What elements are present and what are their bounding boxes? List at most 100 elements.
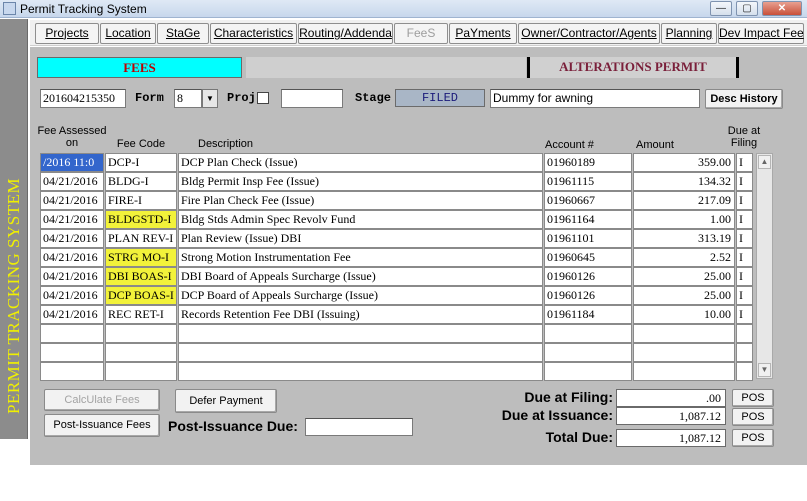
fee-due-cell[interactable] (736, 362, 753, 381)
table-row[interactable] (40, 343, 754, 362)
fee-date-cell[interactable] (40, 343, 104, 362)
fee-description-cell[interactable]: DCP Plan Check (Issue) (178, 153, 543, 172)
fee-amount-cell[interactable]: 10.00 (633, 305, 735, 324)
fee-date-cell[interactable]: 04/21/2016 (40, 229, 104, 248)
proj-field[interactable] (281, 89, 343, 108)
pos-total-button[interactable]: POS (732, 429, 774, 447)
fee-description-cell[interactable]: Strong Motion Instrumentation Fee (178, 248, 543, 267)
fee-description-cell[interactable]: Bldg Stds Admin Spec Revolv Fund (178, 210, 543, 229)
fee-amount-cell[interactable]: 1.00 (633, 210, 735, 229)
fee-date-cell[interactable]: /2016 11:0 (40, 153, 104, 172)
fee-code-cell[interactable]: BLDGSTD-I (105, 210, 177, 229)
table-row[interactable]: 04/21/2016 PLAN REV-I Plan Review (Issue) … (40, 229, 754, 248)
fee-account-cell[interactable]: 01960126 (544, 267, 632, 286)
defer-payment-button[interactable]: Defer Payment (175, 389, 277, 413)
fee-description-cell[interactable]: DBI Board of Appeals Surcharge (Issue) (178, 267, 543, 286)
fee-code-cell[interactable]: BLDG-I (105, 172, 177, 191)
fee-description-cell[interactable]: Plan Review (Issue) DBI (178, 229, 543, 248)
form-select[interactable]: 8 (174, 89, 202, 108)
table-row[interactable]: 04/21/2016 DBI BOAS-I DBI Board of Appeals… (40, 267, 754, 286)
fee-account-cell[interactable]: 01960126 (544, 286, 632, 305)
fee-account-cell[interactable] (544, 343, 632, 362)
fee-due-cell[interactable]: I (736, 191, 753, 210)
fee-amount-cell[interactable]: 25.00 (633, 267, 735, 286)
fee-description-cell[interactable]: Fire Plan Check Fee (Issue) (178, 191, 543, 210)
fee-account-cell[interactable]: 01960667 (544, 191, 632, 210)
fee-account-cell[interactable]: 01961101 (544, 229, 632, 248)
fee-amount-cell[interactable] (633, 362, 735, 381)
table-row[interactable]: /2016 11:0 DCP-I DCP Plan Check (Issue) 019… (40, 153, 754, 172)
pos-issuance-button[interactable]: POS (732, 408, 774, 426)
fee-code-cell[interactable]: DBI BOAS-I (105, 267, 177, 286)
nav-location[interactable]: Location (100, 23, 156, 44)
permit-number-field[interactable]: 201604215350 (40, 89, 126, 108)
table-row[interactable]: 04/21/2016 STRG MO-I Strong Motion Instrum… (40, 248, 754, 267)
fee-amount-cell[interactable]: 25.00 (633, 286, 735, 305)
nav-fees[interactable]: FeeS (394, 23, 448, 44)
scroll-down-icon[interactable]: ▼ (758, 363, 771, 377)
fee-due-cell[interactable]: I (736, 172, 753, 191)
fee-description-cell[interactable]: DCP Board of Appeals Surcharge (Issue) (178, 286, 543, 305)
fee-code-cell[interactable] (105, 362, 177, 381)
nav-dev-impact-fee[interactable]: Dev Impact Fee (718, 23, 804, 44)
close-button[interactable]: ✕ (762, 1, 802, 16)
fee-due-cell[interactable]: I (736, 153, 753, 172)
fee-amount-cell[interactable]: 134.32 (633, 172, 735, 191)
maximize-button[interactable]: ▢ (736, 1, 758, 16)
fee-date-cell[interactable]: 04/21/2016 (40, 267, 104, 286)
fee-description-cell[interactable] (178, 343, 543, 362)
fee-description-cell[interactable] (178, 362, 543, 381)
post-issuance-fees-button[interactable]: Post-Issuance Fees (44, 414, 160, 437)
nav-owner-contractor-agents[interactable]: Owner/Contractor/Agents (518, 23, 660, 44)
fee-due-cell[interactable] (736, 324, 753, 343)
table-row[interactable]: 04/21/2016 BLDG-I Bldg Permit Insp Fee (Is… (40, 172, 754, 191)
nav-characteristics[interactable]: Characteristics (210, 23, 297, 44)
fee-account-cell[interactable]: 01961184 (544, 305, 632, 324)
nav-projects[interactable]: Projects (35, 23, 99, 44)
fee-date-cell[interactable]: 04/21/2016 (40, 248, 104, 267)
fee-due-cell[interactable]: I (736, 210, 753, 229)
fee-date-cell[interactable]: 04/21/2016 (40, 210, 104, 229)
table-row[interactable] (40, 362, 754, 381)
fee-code-cell[interactable]: REC RET-I (105, 305, 177, 324)
fee-date-cell[interactable]: 04/21/2016 (40, 172, 104, 191)
fee-account-cell[interactable] (544, 362, 632, 381)
minimize-button[interactable]: — (710, 1, 732, 16)
table-row[interactable]: 04/21/2016 REC RET-I Records Retention Fee… (40, 305, 754, 324)
fee-due-cell[interactable]: I (736, 229, 753, 248)
fee-account-cell[interactable]: 01961115 (544, 172, 632, 191)
nav-payments[interactable]: PaYments (449, 23, 517, 44)
fee-description-cell[interactable] (178, 324, 543, 343)
fee-amount-cell[interactable]: 217.09 (633, 191, 735, 210)
fee-code-cell[interactable] (105, 343, 177, 362)
nav-planning[interactable]: Planning (661, 23, 717, 44)
fee-date-cell[interactable] (40, 324, 104, 343)
fee-code-cell[interactable]: STRG MO-I (105, 248, 177, 267)
fee-amount-cell[interactable] (633, 343, 735, 362)
fee-date-cell[interactable]: 04/21/2016 (40, 286, 104, 305)
pos-filing-button[interactable]: POS (732, 389, 774, 407)
grid-scrollbar[interactable]: ▲ ▼ (756, 153, 773, 379)
fee-date-cell[interactable]: 04/21/2016 (40, 305, 104, 324)
chevron-down-icon[interactable]: ▼ (202, 89, 218, 108)
fee-due-cell[interactable]: I (736, 286, 753, 305)
fee-due-cell[interactable]: I (736, 248, 753, 267)
fee-account-cell[interactable]: 01960645 (544, 248, 632, 267)
post-issuance-due-field[interactable] (305, 418, 413, 436)
scroll-up-icon[interactable]: ▲ (758, 155, 771, 169)
table-row[interactable] (40, 324, 754, 343)
fee-amount-cell[interactable]: 313.19 (633, 229, 735, 248)
fee-code-cell[interactable] (105, 324, 177, 343)
table-row[interactable]: 04/21/2016 DCP BOAS-I DCP Board of Appeals… (40, 286, 754, 305)
fee-code-cell[interactable]: FIRE-I (105, 191, 177, 210)
description-field[interactable]: Dummy for awning (490, 89, 700, 108)
fee-due-cell[interactable]: I (736, 267, 753, 286)
table-row[interactable]: 04/21/2016 BLDGSTD-I Bldg Stds Admin Spec … (40, 210, 754, 229)
desc-history-button[interactable]: Desc History (705, 89, 783, 109)
fee-account-cell[interactable] (544, 324, 632, 343)
fee-description-cell[interactable]: Bldg Permit Insp Fee (Issue) (178, 172, 543, 191)
nav-stage[interactable]: StaGe (157, 23, 209, 44)
fee-description-cell[interactable]: Records Retention Fee DBI (Issuing) (178, 305, 543, 324)
fee-due-cell[interactable] (736, 343, 753, 362)
fee-code-cell[interactable]: DCP BOAS-I (105, 286, 177, 305)
